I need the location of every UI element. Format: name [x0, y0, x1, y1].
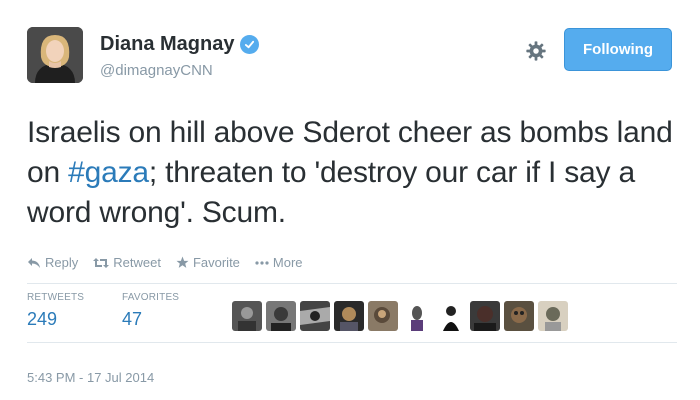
favorites-stat[interactable]: FAVORITES 47: [122, 292, 179, 330]
user-screenname[interactable]: @dimagnayCNN: [100, 62, 213, 79]
reply-button[interactable]: Reply: [27, 255, 78, 270]
user-fullname[interactable]: Diana Magnay: [100, 33, 260, 56]
favoriter-avatar[interactable]: [232, 301, 262, 331]
favorites-label: FAVORITES: [122, 292, 180, 303]
retweet-button[interactable]: Retweet: [93, 255, 161, 270]
tweet-stats: RETWEETS 249 FAVORITES 47: [27, 283, 677, 343]
retweet-icon: [93, 257, 110, 268]
tweet-text: Israelis on hill above Sderot cheer as b…: [27, 113, 677, 233]
verified-badge-icon: [240, 35, 260, 54]
tweet-timestamp[interactable]: 5:43 PM - 17 Jul 2014: [27, 370, 154, 385]
more-button[interactable]: More: [255, 255, 303, 270]
favoriter-avatar[interactable]: [436, 301, 466, 331]
avatar-image: [27, 27, 83, 83]
favoriter-avatars: [232, 301, 568, 331]
fullname-text[interactable]: Diana Magnay: [100, 33, 234, 56]
favoriter-avatar[interactable]: [368, 301, 398, 331]
retweets-label: RETWEETS: [27, 292, 85, 303]
favoriter-avatar[interactable]: [504, 301, 534, 331]
following-button[interactable]: Following: [564, 28, 672, 71]
favorite-button[interactable]: Favorite: [176, 255, 240, 270]
retweets-count: 249: [27, 309, 58, 329]
more-label: More: [272, 255, 303, 270]
favoriter-avatar[interactable]: [266, 301, 296, 331]
favorites-count: 47: [122, 309, 143, 329]
favoriter-avatar[interactable]: [300, 301, 330, 331]
tweet-actions: Reply Retweet Favorite More: [27, 255, 303, 270]
favoriter-avatar[interactable]: [402, 301, 432, 331]
more-dots-icon: [255, 260, 269, 265]
star-icon: [176, 256, 189, 268]
tweet-card: Diana Magnay @dimagnayCNN Following Isra…: [0, 0, 700, 400]
favoriter-avatar[interactable]: [334, 301, 364, 331]
favorite-label: Favorite: [192, 255, 240, 270]
hashtag-link[interactable]: #gaza: [68, 156, 149, 189]
gear-icon[interactable]: [523, 38, 549, 64]
avatar[interactable]: [27, 27, 83, 83]
favoriter-avatar[interactable]: [538, 301, 568, 331]
retweet-label: Retweet: [113, 255, 161, 270]
retweets-stat[interactable]: RETWEETS 249: [27, 292, 84, 330]
reply-label: Reply: [45, 255, 79, 270]
favoriter-avatar[interactable]: [470, 301, 500, 331]
reply-icon: [28, 257, 40, 268]
